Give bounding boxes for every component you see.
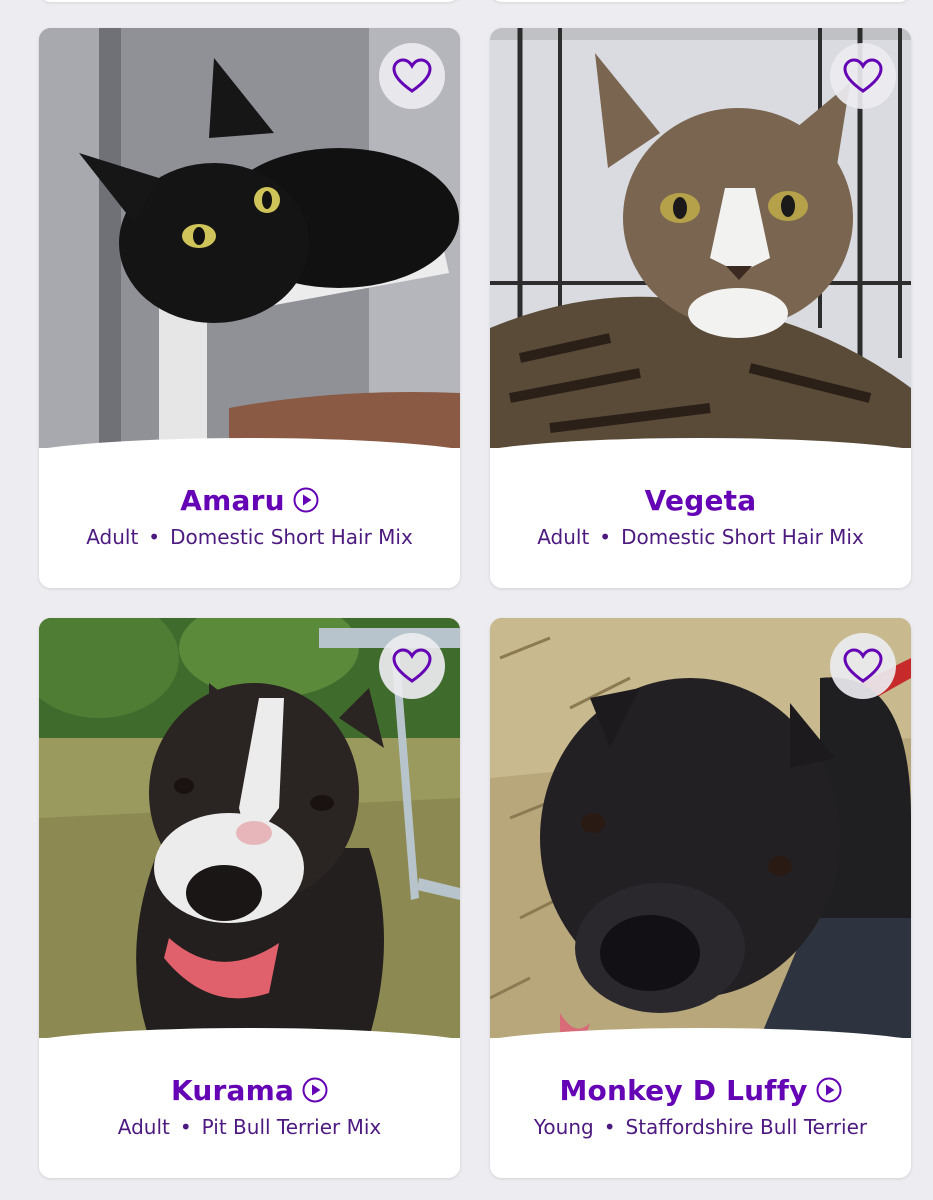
pet-breed: Domestic Short Hair Mix — [170, 525, 413, 549]
play-circle-icon — [293, 487, 319, 513]
play-circle-icon — [816, 1077, 842, 1103]
heart-outline-icon — [392, 58, 432, 93]
pet-name-row: Vegeta — [490, 480, 911, 520]
meta-separator: • — [179, 1115, 192, 1139]
meta-separator: • — [599, 525, 612, 549]
pet-name-row: Monkey D Luffy — [490, 1070, 911, 1110]
meta-separator: • — [603, 1115, 616, 1139]
pet-card-kurama[interactable]: Kurama Adult • Pit Bull Terrier Mix — [39, 618, 460, 1178]
favorite-button[interactable] — [379, 43, 445, 109]
pet-name[interactable]: Amaru — [180, 484, 284, 517]
pet-name-row: Kurama — [39, 1070, 460, 1110]
play-circle-icon — [302, 1077, 328, 1103]
heart-outline-icon — [843, 648, 883, 683]
pet-age: Adult — [117, 1115, 170, 1139]
previous-card-edge — [39, 0, 460, 2]
pet-age: Adult — [537, 525, 590, 549]
pet-meta: Adult • Domestic Short Hair Mix — [490, 525, 911, 549]
pet-meta: Adult • Domestic Short Hair Mix — [39, 525, 460, 549]
heart-outline-icon — [392, 648, 432, 683]
pet-meta: Young • Staffordshire Bull Terrier — [490, 1115, 911, 1139]
pet-name-row: Amaru — [39, 480, 460, 520]
pet-name[interactable]: Vegeta — [645, 484, 757, 517]
favorite-button[interactable] — [379, 633, 445, 699]
favorite-button[interactable] — [830, 633, 896, 699]
pet-breed: Pit Bull Terrier Mix — [201, 1115, 382, 1139]
previous-card-edge — [490, 0, 911, 2]
pet-breed: Staffordshire Bull Terrier — [625, 1115, 868, 1139]
pet-name[interactable]: Monkey D Luffy — [559, 1074, 807, 1107]
heart-outline-icon — [843, 58, 883, 93]
pet-card-amaru[interactable]: Amaru Adult • Domestic Short Hair Mix — [39, 28, 460, 588]
pet-card-vegeta[interactable]: Vegeta Adult • Domestic Short Hair Mix — [490, 28, 911, 588]
pet-age: Young — [533, 1115, 594, 1139]
pet-age: Adult — [86, 525, 139, 549]
pet-card-monkey-d-luffy[interactable]: Monkey D Luffy Young • Staffordshire Bull … — [490, 618, 911, 1178]
favorite-button[interactable] — [830, 43, 896, 109]
meta-separator: • — [148, 525, 161, 549]
pet-name[interactable]: Kurama — [171, 1074, 294, 1107]
pet-breed: Domestic Short Hair Mix — [621, 525, 864, 549]
pet-meta: Adult • Pit Bull Terrier Mix — [39, 1115, 460, 1139]
